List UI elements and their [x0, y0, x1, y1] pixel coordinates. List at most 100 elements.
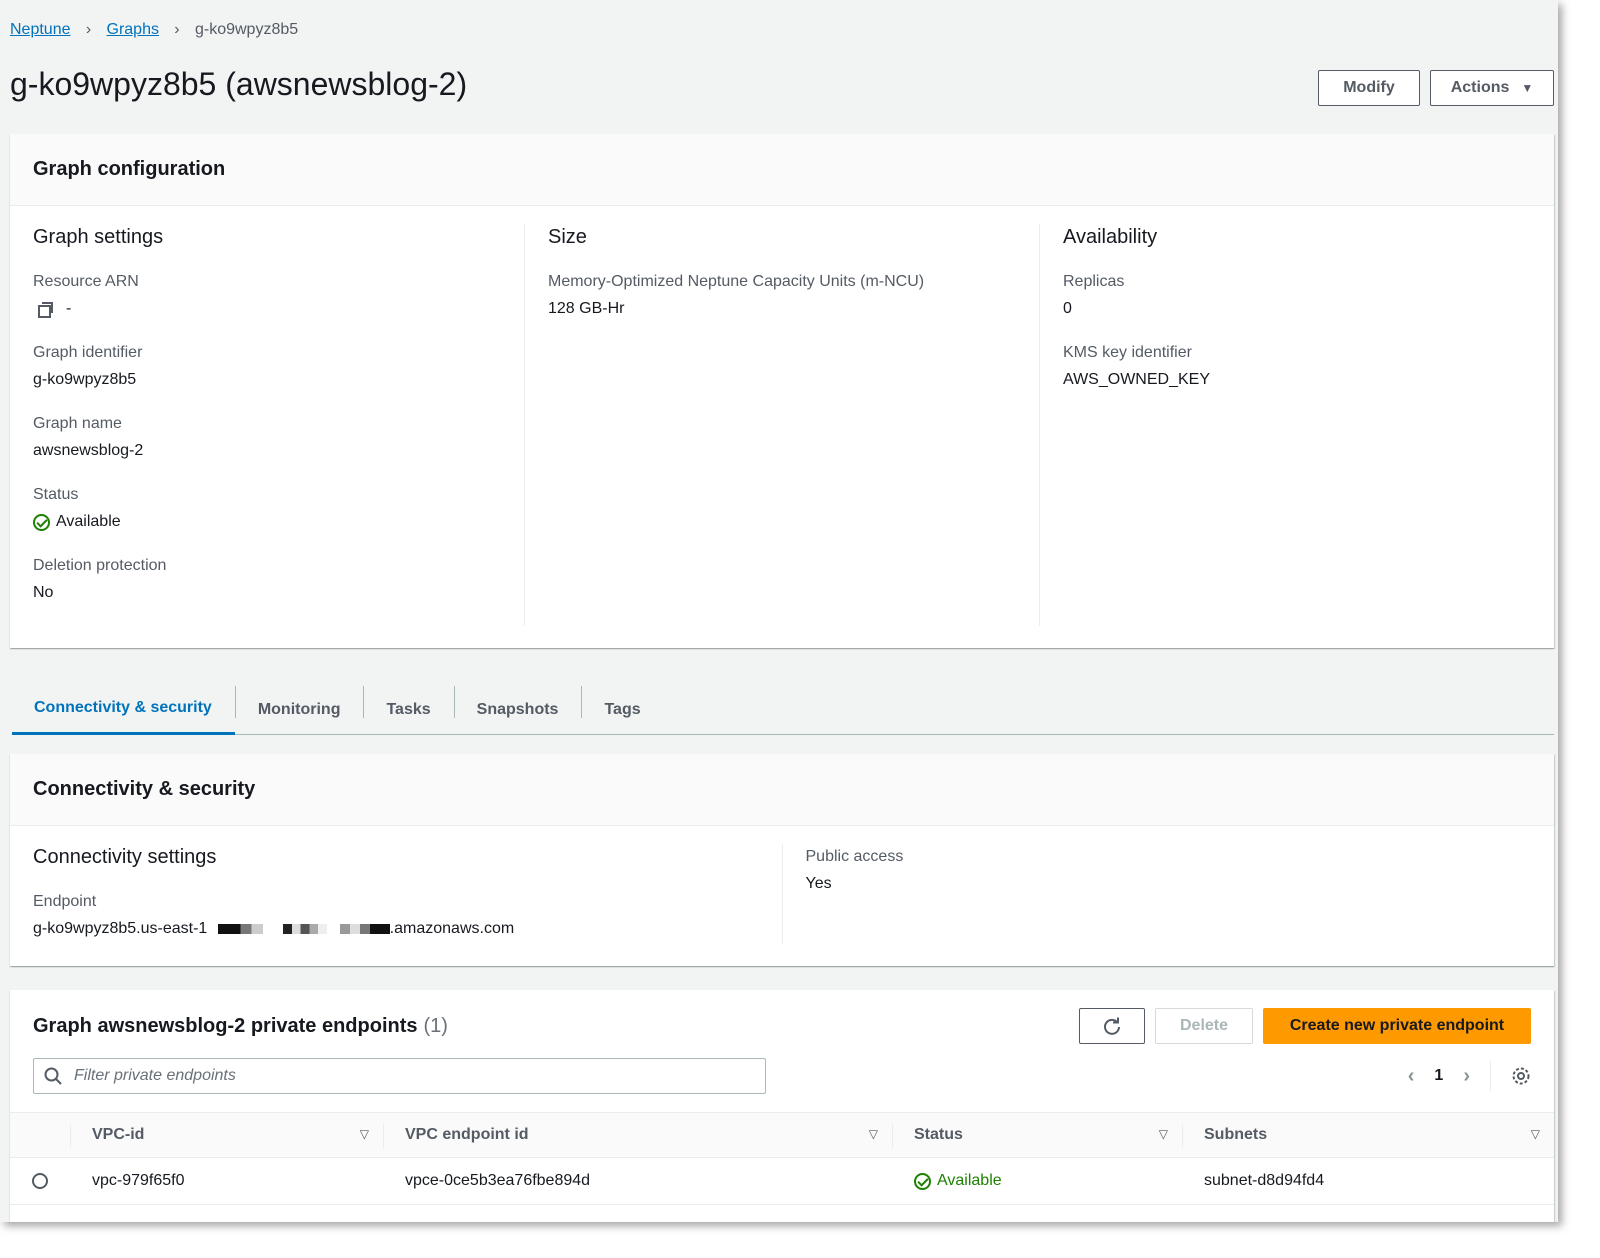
deletion-protection-value: No [33, 584, 54, 601]
copy-icon[interactable] [38, 302, 53, 318]
private-endpoints-title-text: Graph awsnewsblog-2 private endpoints [33, 1014, 418, 1037]
size-title: Size [548, 226, 587, 248]
divider [1490, 1061, 1491, 1091]
tab-tags[interactable]: Tags [581, 684, 663, 735]
column-label: Status [914, 1126, 963, 1143]
delete-button[interactable]: Delete [1155, 1008, 1253, 1044]
header-actions: Modify Actions ▼ [1318, 70, 1554, 106]
endpoint-value: g-ko9wpyz8b5.us-east-1 .amazonaws.com [33, 918, 759, 940]
status-cell: Available [892, 1157, 1182, 1205]
column-label: VPC endpoint id [405, 1126, 529, 1143]
detail-tabs: Connectivity & security Monitoring Tasks… [12, 684, 1554, 735]
create-private-endpoint-button[interactable]: Create new private endpoint [1263, 1008, 1531, 1044]
availability-title: Availability [1063, 226, 1158, 248]
tab-snapshots[interactable]: Snapshots [453, 684, 582, 735]
search-icon [44, 1067, 62, 1085]
capacity-label: Memory-Optimized Neptune Capacity Units … [548, 273, 925, 290]
private-endpoints-count: (1) [423, 1014, 448, 1037]
private-endpoints-panel: Graph awsnewsblog-2 private endpoints (1)… [10, 990, 1554, 1222]
status-value: Available [56, 513, 121, 530]
deletion-protection-label: Deletion protection [33, 557, 167, 574]
breadcrumb-graphs[interactable]: Graphs [107, 21, 159, 39]
redaction [217, 923, 263, 934]
column-header-vpc-id[interactable]: VPC-id ▽ [70, 1112, 383, 1158]
public-access-value: Yes [805, 875, 832, 892]
availability-column: Availability Replicas 0 KMS key identifi… [1039, 224, 1554, 626]
resource-arn-value: - [66, 300, 72, 317]
actions-dropdown[interactable]: Actions ▼ [1430, 70, 1554, 106]
pagination: ‹ 1 › [1408, 1061, 1531, 1091]
chevron-right-icon: › [174, 21, 180, 38]
gear-icon[interactable] [1511, 1066, 1531, 1086]
size-column: Size Memory-Optimized Neptune Capacity U… [524, 224, 1039, 626]
chevron-right-icon: › [85, 21, 92, 38]
connectivity-title: Connectivity & security [10, 754, 1554, 826]
filter-input[interactable] [74, 1067, 714, 1085]
status-label: Status [33, 486, 79, 503]
sort-caret-icon: ▽ [1530, 1127, 1540, 1141]
row-select-radio[interactable] [32, 1172, 48, 1189]
breadcrumb: Neptune › Graphs › g-ko9wpyz8b5 [10, 21, 298, 39]
status-badge: Available [33, 511, 501, 533]
graph-identifier-label: Graph identifier [33, 344, 143, 361]
tab-monitoring[interactable]: Monitoring [234, 684, 364, 735]
graph-configuration-title: Graph configuration [10, 134, 1554, 206]
vpc-endpoint-id-cell: vpce-0ce5b3ea76fbe894d [383, 1157, 892, 1205]
sort-caret-icon: ▽ [359, 1127, 369, 1141]
endpoint-suffix: .amazonaws.com [389, 920, 515, 937]
replicas-value: 0 [1063, 300, 1072, 317]
column-label: VPC-id [92, 1126, 145, 1143]
table-row[interactable]: vpc-979f65f0 vpce-0ce5b3ea76fbe894d Avai… [10, 1157, 1554, 1205]
graph-settings-column: Graph settings Resource ARN - Graph iden… [10, 224, 524, 626]
redaction [283, 923, 328, 934]
status-badge: Available [914, 1172, 1182, 1190]
connectivity-settings-title: Connectivity settings [33, 846, 217, 868]
subnets-cell: subnet-d8d94fd4 [1182, 1157, 1554, 1205]
replicas-label: Replicas [1063, 273, 1125, 290]
refresh-button[interactable] [1079, 1008, 1145, 1044]
graph-configuration-panel: Graph configuration Graph settings Resou… [10, 134, 1554, 648]
public-access-label: Public access [805, 848, 904, 865]
select-column-header [10, 1112, 70, 1158]
private-endpoints-table: VPC-id ▽ VPC endpoint id ▽ Status ▽ Subn… [10, 1112, 1554, 1205]
breadcrumb-neptune[interactable]: Neptune [10, 21, 71, 39]
tab-connectivity-security[interactable]: Connectivity & security [12, 684, 235, 735]
page-title: g-ko9wpyz8b5 (awsnewsblog-2) [10, 66, 468, 102]
chevron-left-icon[interactable]: ‹ [1408, 1065, 1415, 1088]
kms-key-label: KMS key identifier [1063, 344, 1192, 361]
check-circle-icon [914, 1172, 931, 1190]
kms-key-value: AWS_OWNED_KEY [1063, 371, 1210, 388]
endpoint-prefix: g-ko9wpyz8b5.us-east-1 [33, 920, 208, 937]
column-header-status[interactable]: Status ▽ [892, 1112, 1182, 1158]
chevron-right-icon[interactable]: › [1463, 1065, 1470, 1088]
column-header-subnets[interactable]: Subnets ▽ [1182, 1112, 1554, 1158]
resource-arn-label: Resource ARN [33, 273, 139, 290]
column-header-vpc-endpoint-id[interactable]: VPC endpoint id ▽ [383, 1112, 892, 1158]
graph-identifier-value: g-ko9wpyz8b5 [33, 371, 137, 388]
breadcrumb-current: g-ko9wpyz8b5 [194, 21, 299, 38]
check-circle-icon [33, 513, 50, 531]
sort-caret-icon: ▽ [1158, 1127, 1168, 1141]
app-frame: Neptune › Graphs › g-ko9wpyz8b5 g-ko9wpy… [0, 0, 1558, 1222]
redaction [339, 923, 390, 934]
modify-button[interactable]: Modify [1318, 70, 1420, 106]
connectivity-panel: Connectivity & security Connectivity set… [10, 754, 1554, 966]
refresh-icon [1104, 1017, 1120, 1035]
vpc-id-cell: vpc-979f65f0 [70, 1157, 383, 1205]
tab-tasks[interactable]: Tasks [363, 684, 453, 735]
caret-down-icon: ▼ [1521, 81, 1534, 95]
graph-settings-title: Graph settings [33, 226, 164, 248]
public-access-column: Public access Yes [781, 844, 1555, 944]
connectivity-settings-column: Connectivity settings Endpoint g-ko9wpyz… [10, 844, 782, 944]
column-label: Subnets [1204, 1126, 1268, 1143]
sort-caret-icon: ▽ [868, 1127, 878, 1141]
actions-label: Actions [1450, 79, 1510, 96]
private-endpoints-title: Graph awsnewsblog-2 private endpoints (1) [33, 1015, 448, 1038]
page-number[interactable]: 1 [1434, 1067, 1443, 1085]
capacity-value: 128 GB-Hr [548, 300, 625, 317]
filter-box [33, 1058, 766, 1094]
graph-name-value: awsnewsblog-2 [33, 442, 144, 459]
endpoint-label: Endpoint [33, 893, 97, 910]
graph-name-label: Graph name [33, 415, 122, 432]
status-text: Available [937, 1172, 1002, 1189]
